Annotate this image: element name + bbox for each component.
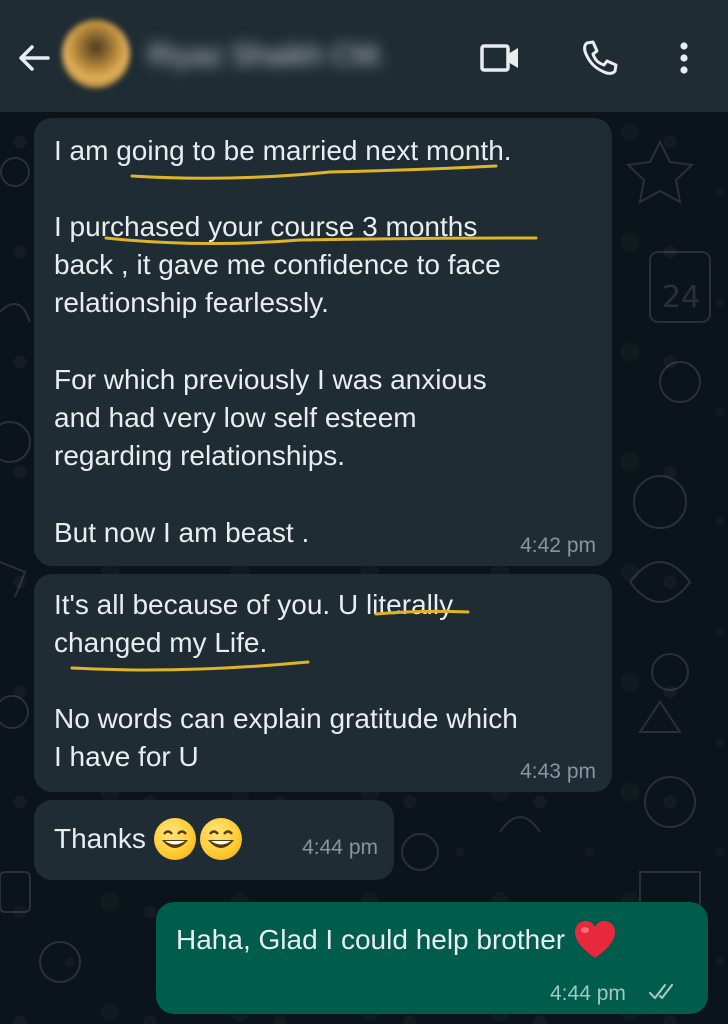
message-line: For which previously I was anxious [54,364,487,395]
voice-call-button[interactable] [578,36,622,80]
message-line: changed my Life. [54,627,268,658]
chat-screen: Riyaz Shaikh CM. 24 I am going to be mar… [0,0,728,1024]
message-line: I have for U [54,741,199,772]
message-text: Thanks [54,818,242,860]
message-line: and had very low self esteem [54,402,417,433]
arrow-left-icon [19,45,50,71]
chat-wallpaper[interactable]: 24 I am going to be married next month. … [0,112,728,1024]
grinning-face-emoji-icon [153,818,196,860]
message-text-label: Haha, Glad I could help brother [176,924,566,955]
message-timestamp: 4:44 pm [550,982,626,1005]
message-text-label: Thanks [54,823,146,854]
avatar[interactable] [62,20,130,88]
back-button[interactable] [14,38,54,78]
message-timestamp: 4:44 pm [302,836,378,859]
incoming-message-bubble[interactable]: I am going to be married next month. I p… [34,118,612,566]
outgoing-message-bubble[interactable]: Haha, Glad I could help brother 4:44 pm [156,902,708,1014]
chat-header: Riyaz Shaikh CM. [0,0,728,112]
phone-icon [583,40,618,75]
message-line: I am going to be married next month. [54,135,512,166]
grinning-face-emoji-icon [199,818,242,860]
svg-text:24: 24 [662,280,700,315]
incoming-message-bubble[interactable]: It's all because of you. U literally cha… [34,574,612,792]
more-options-button[interactable] [662,36,706,80]
message-text: Haha, Glad I could help brother [176,920,617,960]
message-timestamp: 4:43 pm [520,760,596,783]
incoming-message-bubble[interactable]: Thanks 4:44 pm [34,800,394,880]
message-line: back , it gave me confidence to face [54,249,501,280]
message-line: I purchased your course 3 months [54,211,478,242]
message-line: No words can explain gratitude which [54,703,518,734]
read-double-check-icon [648,983,674,1000]
message-line: relationship fearlessly. [54,287,329,318]
more-vert-icon [680,42,688,74]
contact-name[interactable]: Riyaz Shaikh CM. [148,36,438,76]
red-heart-emoji-icon [575,921,616,958]
message-line: It's all because of you. U literally [54,589,454,620]
message-timestamp: 4:42 pm [520,534,596,557]
video-call-button[interactable] [478,36,522,80]
video-camera-icon [480,44,518,72]
message-line: But now I am beast . [54,517,310,548]
message-line: regarding relationships. [54,440,346,471]
